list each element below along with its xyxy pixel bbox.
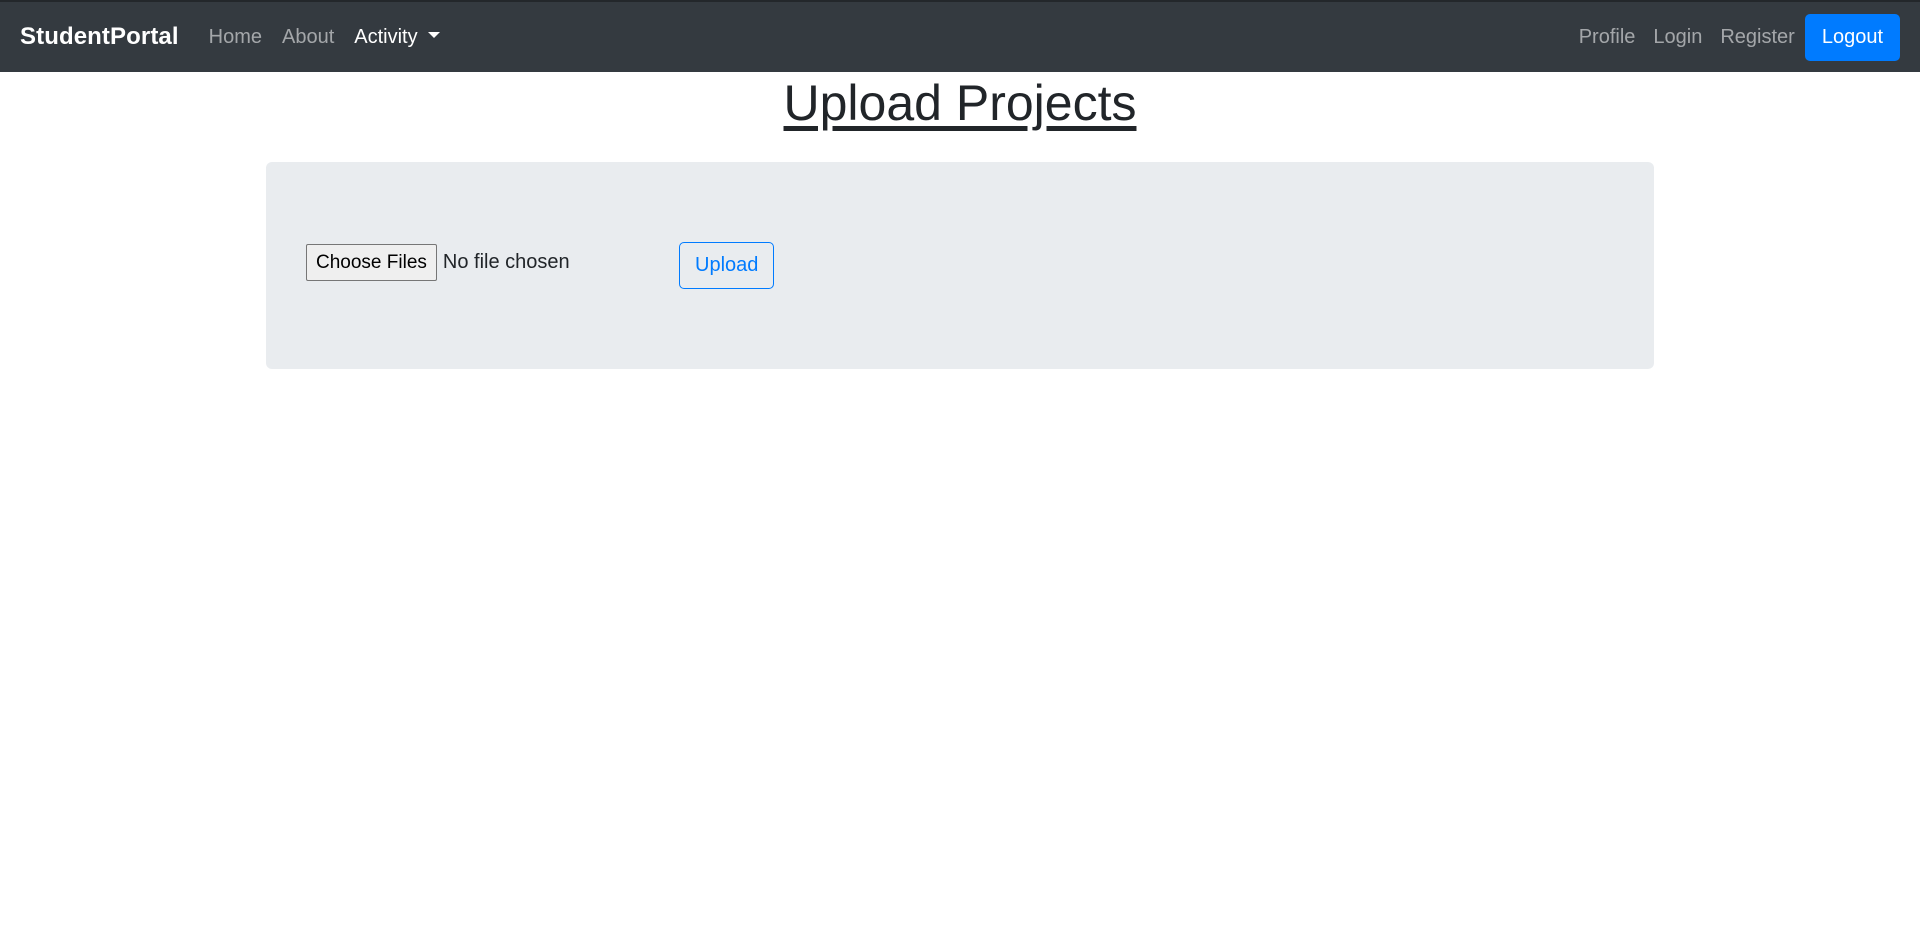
logout-button[interactable]: Logout [1804,13,1900,61]
nav-right: Profile Login Register Logout [1579,13,1900,61]
nav-link-about[interactable]: About [282,26,334,49]
nav-link-login[interactable]: Login [1653,26,1702,49]
nav-link-register[interactable]: Register [1720,26,1794,49]
page-title: Upload Projects [783,75,1137,131]
choose-files-button[interactable]: Choose Files [306,244,437,281]
nav-left: Home About Activity [209,26,460,49]
nav-dropdown-activity-label: Activity [354,25,418,48]
file-input[interactable]: Choose Files No file chosen [306,244,570,281]
nav-dropdown-activity[interactable]: Activity [354,25,440,49]
upload-button[interactable]: Upload [679,242,775,289]
caret-down-icon [427,32,440,39]
upload-panel: Choose Files No file chosen Upload [266,162,1654,369]
nav-link-profile[interactable]: Profile [1579,26,1636,49]
nav-link-home[interactable]: Home [209,26,262,49]
brand-logo[interactable]: StudentPortal [20,23,179,51]
navbar: StudentPortal Home About Activity Profil… [0,0,1920,72]
file-status-text: No file chosen [442,251,570,273]
